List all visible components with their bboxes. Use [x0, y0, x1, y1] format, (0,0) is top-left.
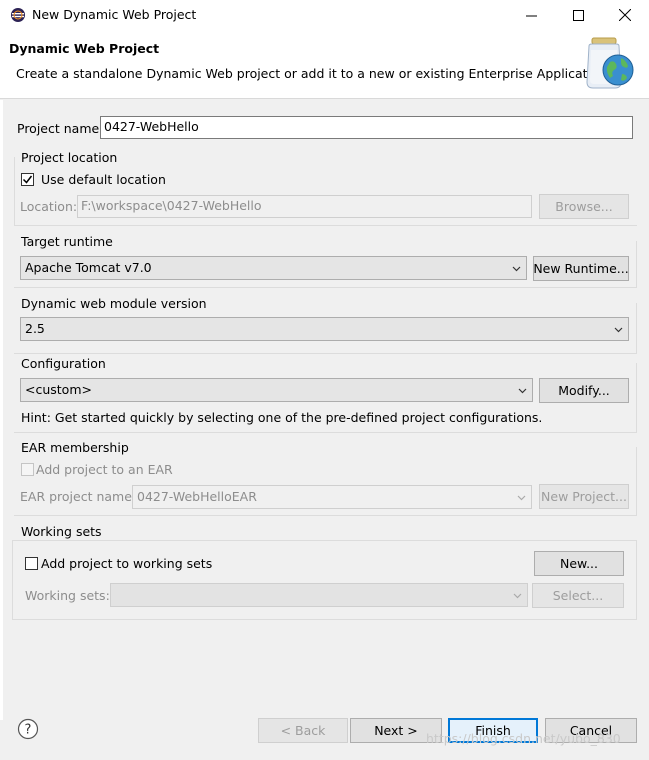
- modify-button[interactable]: Modify...: [539, 378, 629, 403]
- select-working-sets-button[interactable]: Select...: [532, 583, 624, 608]
- chevron-down-icon: [614, 327, 623, 333]
- location-field[interactable]: F:\workspace\0427-WebHello: [77, 195, 532, 218]
- ear-project-name-label: EAR project name:: [20, 489, 137, 504]
- banner-description: Create a standalone Dynamic Web project …: [16, 66, 611, 81]
- add-to-ear-checkbox[interactable]: [21, 463, 34, 476]
- chevron-down-icon: [513, 593, 522, 599]
- svg-text:?: ?: [25, 723, 32, 738]
- use-default-location-label: Use default location: [41, 172, 166, 187]
- add-to-working-sets-label: Add project to working sets: [41, 556, 213, 571]
- eclipse-icon: [11, 8, 25, 22]
- window-edge: [0, 100, 3, 720]
- new-runtime-button[interactable]: New Runtime...: [533, 256, 629, 281]
- module-version-value: 2.5: [25, 321, 45, 336]
- target-runtime-value: Apache Tomcat v7.0: [25, 260, 152, 275]
- window-title: New Dynamic Web Project: [32, 7, 197, 22]
- new-ear-project-button[interactable]: New Project...: [539, 484, 629, 509]
- working-sets-group-label: Working sets: [21, 524, 102, 539]
- minimize-icon: [525, 15, 537, 16]
- browse-button[interactable]: Browse...: [539, 194, 629, 219]
- minimize-button[interactable]: [508, 0, 554, 30]
- target-runtime-combo[interactable]: Apache Tomcat v7.0: [20, 256, 527, 280]
- configuration-value: <custom>: [25, 382, 92, 397]
- checkmark-icon: [22, 175, 33, 184]
- use-default-location-checkbox[interactable]: [21, 173, 34, 186]
- working-sets-combo[interactable]: [110, 583, 528, 607]
- maximize-button[interactable]: [555, 0, 601, 30]
- watermark-text: https://blog.csdn.net/yubo_830: [426, 731, 621, 746]
- help-icon[interactable]: ?: [17, 718, 39, 740]
- web-project-jar-globe-icon: [586, 37, 634, 89]
- ear-project-name-value: 0427-WebHelloEAR: [137, 489, 257, 504]
- configuration-combo[interactable]: <custom>: [20, 378, 533, 402]
- location-label: Location:: [20, 199, 78, 214]
- ear-project-name-combo[interactable]: 0427-WebHelloEAR: [132, 485, 532, 509]
- chevron-down-icon: [512, 266, 521, 272]
- project-name-label: Project name:: [17, 121, 104, 136]
- add-to-ear-label: Add project to an EAR: [36, 462, 173, 477]
- banner-title: Dynamic Web Project: [9, 41, 160, 56]
- module-version-combo[interactable]: 2.5: [20, 317, 629, 341]
- maximize-icon: [572, 9, 584, 21]
- new-working-set-button[interactable]: New...: [534, 551, 624, 576]
- close-icon: [619, 9, 631, 21]
- close-button[interactable]: [602, 0, 648, 30]
- chevron-down-icon: [518, 388, 527, 394]
- project-name-field[interactable]: 0427-WebHello: [100, 116, 633, 139]
- back-button[interactable]: < Back: [258, 718, 348, 743]
- working-sets-label: Working sets:: [25, 588, 110, 603]
- add-to-working-sets-checkbox[interactable]: [25, 557, 38, 570]
- chevron-down-icon: [517, 495, 526, 501]
- configuration-hint: Hint: Get started quickly by selecting o…: [21, 410, 543, 425]
